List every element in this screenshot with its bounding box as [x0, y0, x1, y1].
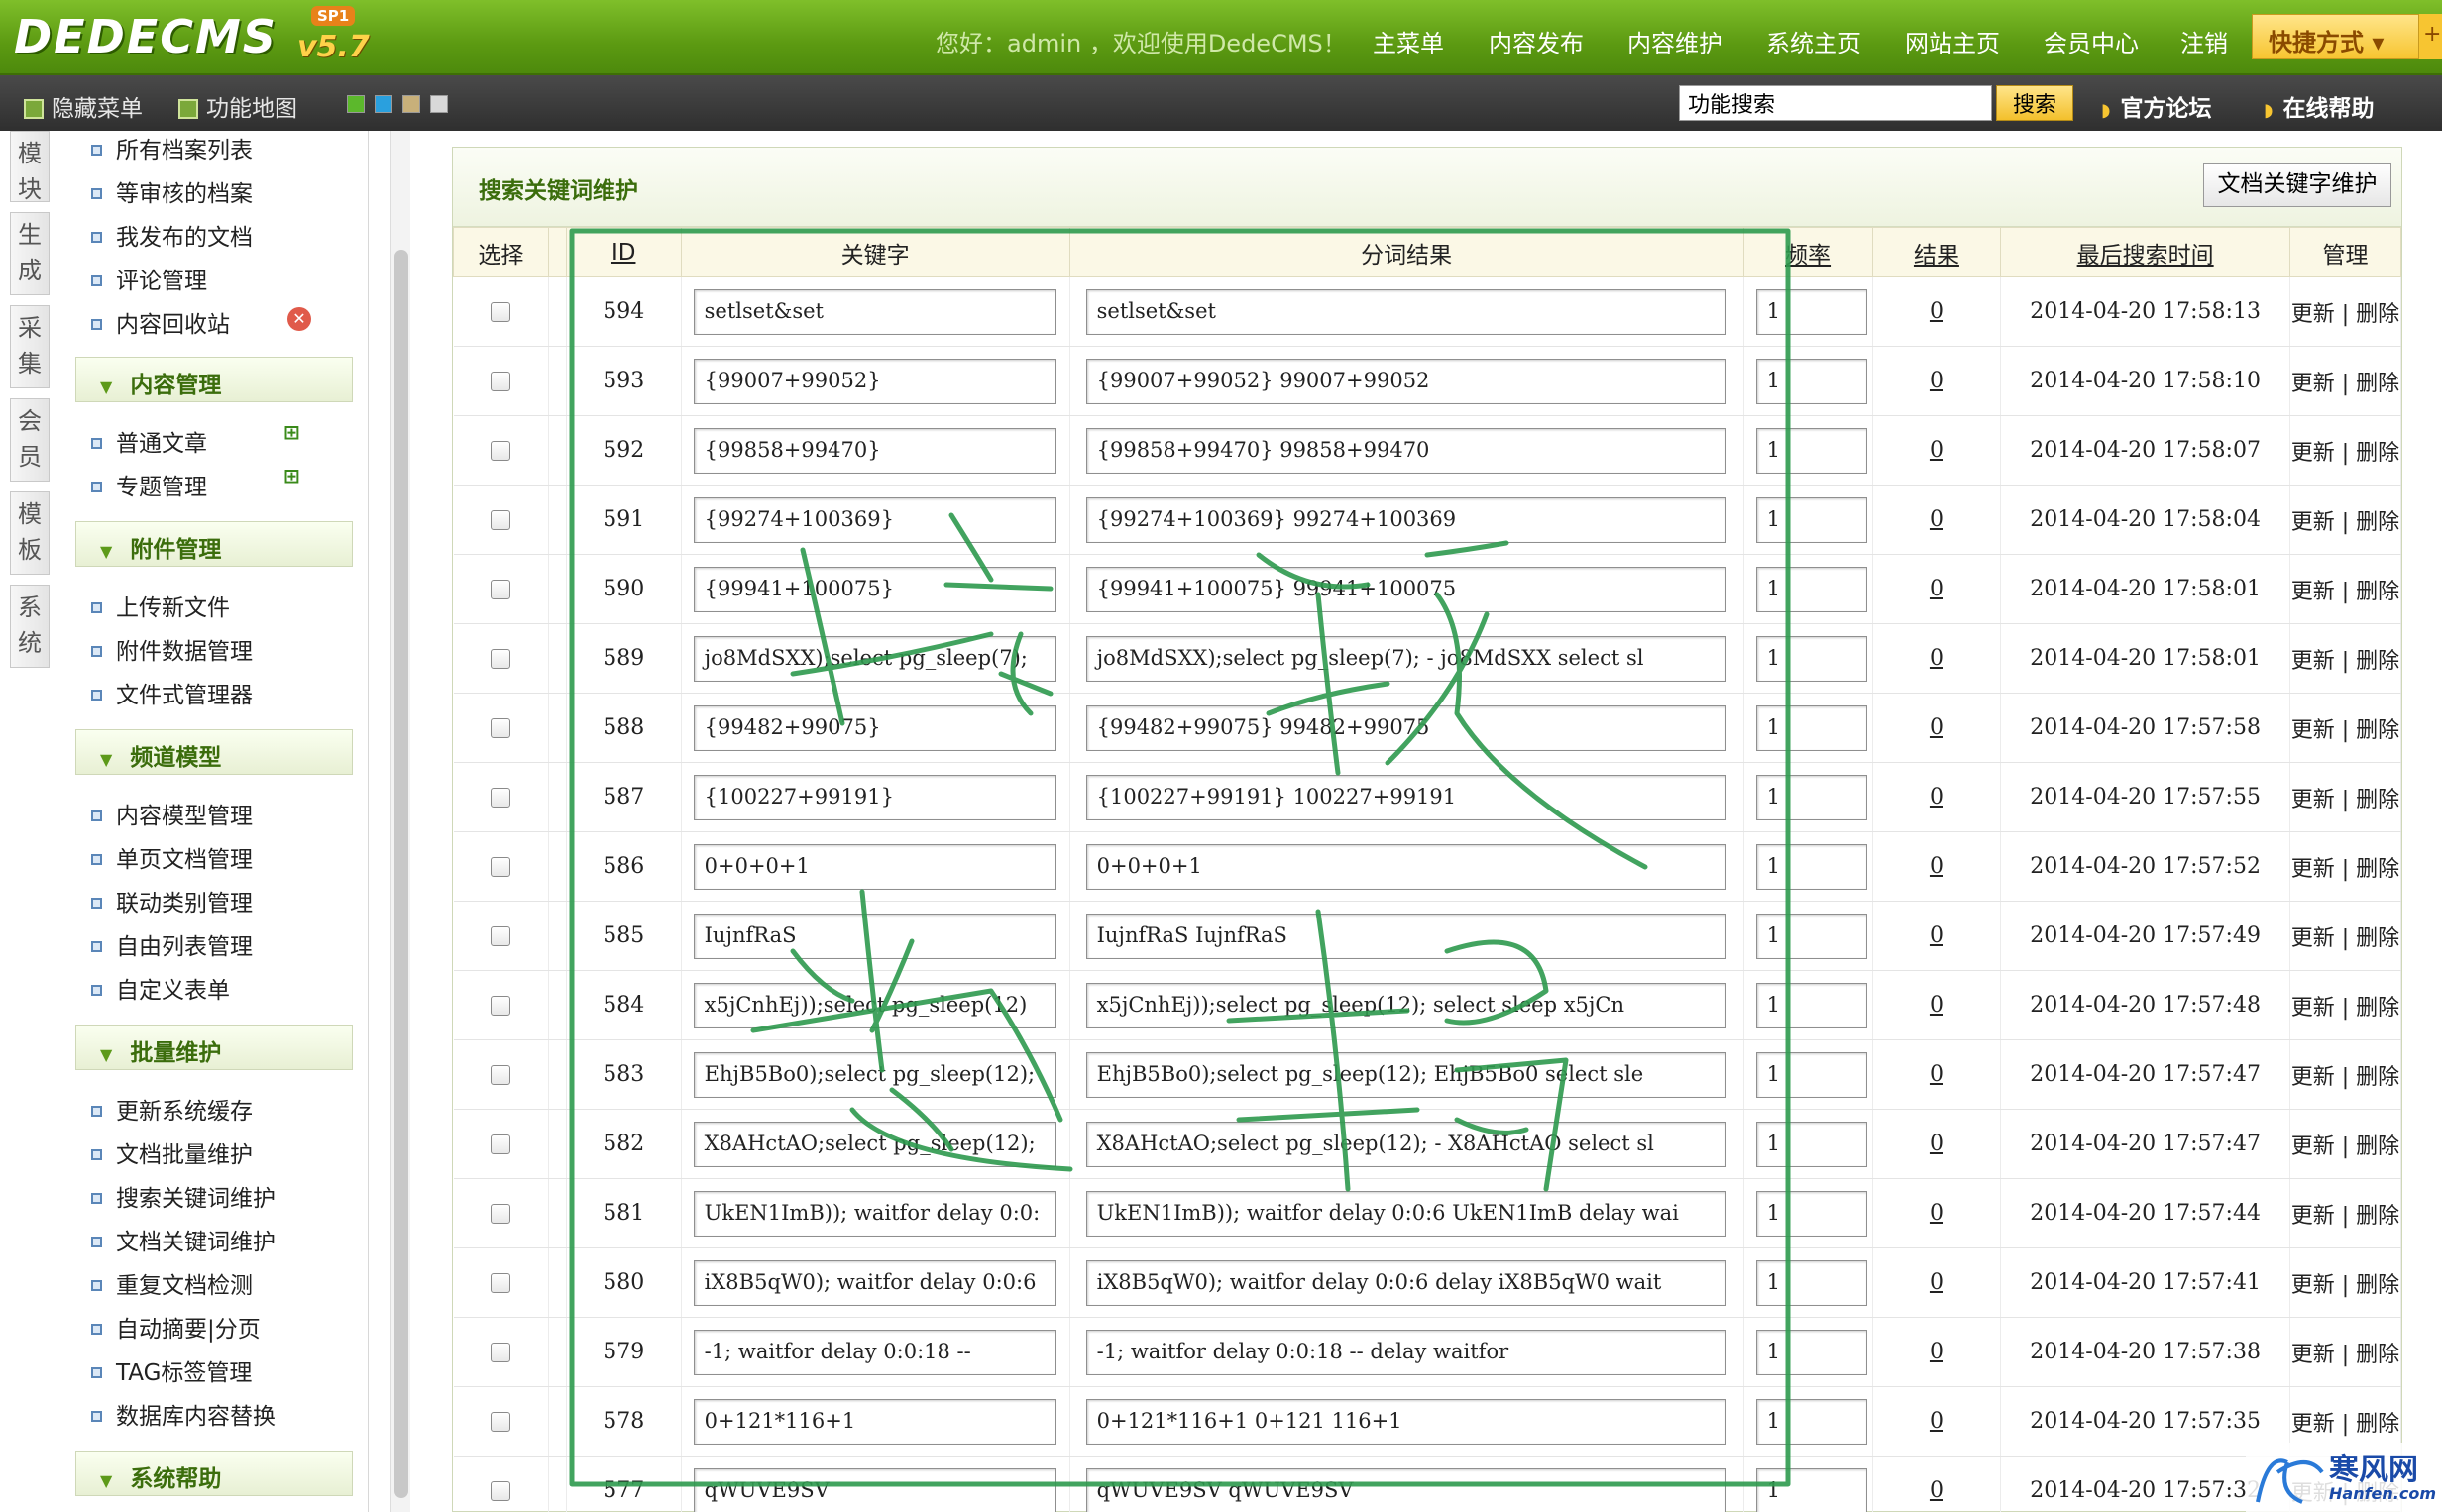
- watermark-logo-icon: [2256, 1458, 2324, 1504]
- handwriting-stroke: [1256, 540, 1648, 870]
- watermark-title: 寒风网: [2329, 1453, 2418, 1487]
- handwriting-stroke: [1226, 909, 1569, 1192]
- watermark-subtitle: Hanfen.com: [2329, 1484, 2437, 1503]
- site-watermark: 寒风网 Hanfen.com: [2246, 1443, 2442, 1512]
- handwriting-overlay: [569, 228, 1791, 1487]
- handwriting-stroke: [750, 889, 1073, 1172]
- handwriting-stroke: [790, 512, 1054, 726]
- highlight-box: [569, 228, 1791, 1487]
